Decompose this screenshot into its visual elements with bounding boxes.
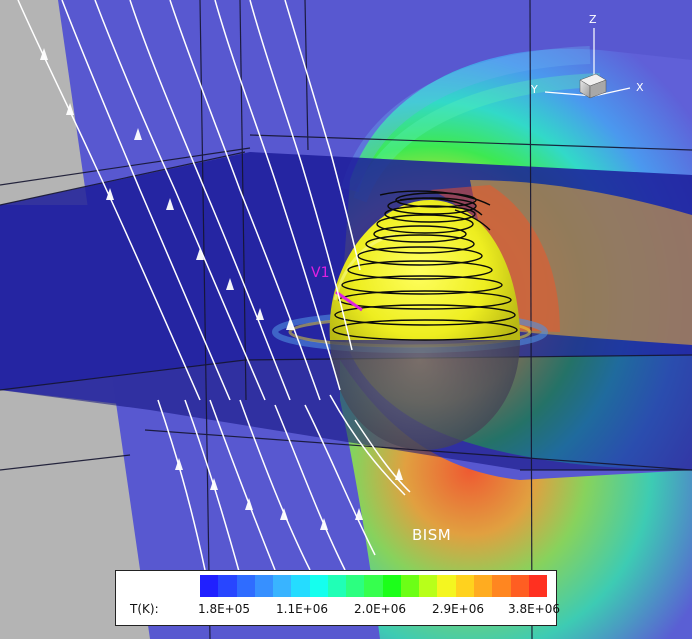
color-bar-swatch [400,575,420,597]
color-bar-swatch [273,575,292,597]
color-bar-swatch [254,575,274,597]
color-bar-swatch [419,575,438,597]
y-axis-label: Y [531,83,538,96]
color-bar-swatch [437,575,456,597]
legend-title: T(K): [130,602,159,616]
color-bar-swatch [528,575,548,597]
color-bar-swatch [492,575,511,597]
color-bar-swatch [346,575,365,597]
z-axis-label: Z [589,13,597,26]
legend-tick: 1.8E+05 [198,602,250,616]
legend-tick: 2.9E+06 [432,602,484,616]
color-bar-swatch [382,575,401,597]
color-bar-swatch [309,575,328,597]
heliosphere-simulation-render [0,0,692,639]
v1-label: V1 [311,265,330,281]
legend-tick: 3.8E+06 [508,602,560,616]
color-bar-swatch [200,575,219,597]
legend-tick: 2.0E+06 [354,602,406,616]
color-bar-swatch [455,575,474,597]
color-bar-swatch [327,575,347,597]
color-bar-swatch [510,575,529,597]
temperature-color-bar [200,575,548,597]
color-bar-swatch [473,575,493,597]
color-bar-swatch [236,575,255,597]
color-bar-swatch [364,575,383,597]
temperature-legend: T(K): 1.8E+05 1.1E+06 2.0E+06 2.9E+06 3.… [115,570,560,626]
color-bar-swatch [218,575,237,597]
legend-tick: 1.1E+06 [276,602,328,616]
x-axis-label: X [636,81,644,94]
color-bar-swatch [291,575,310,597]
bism-label: BISM [412,526,452,544]
